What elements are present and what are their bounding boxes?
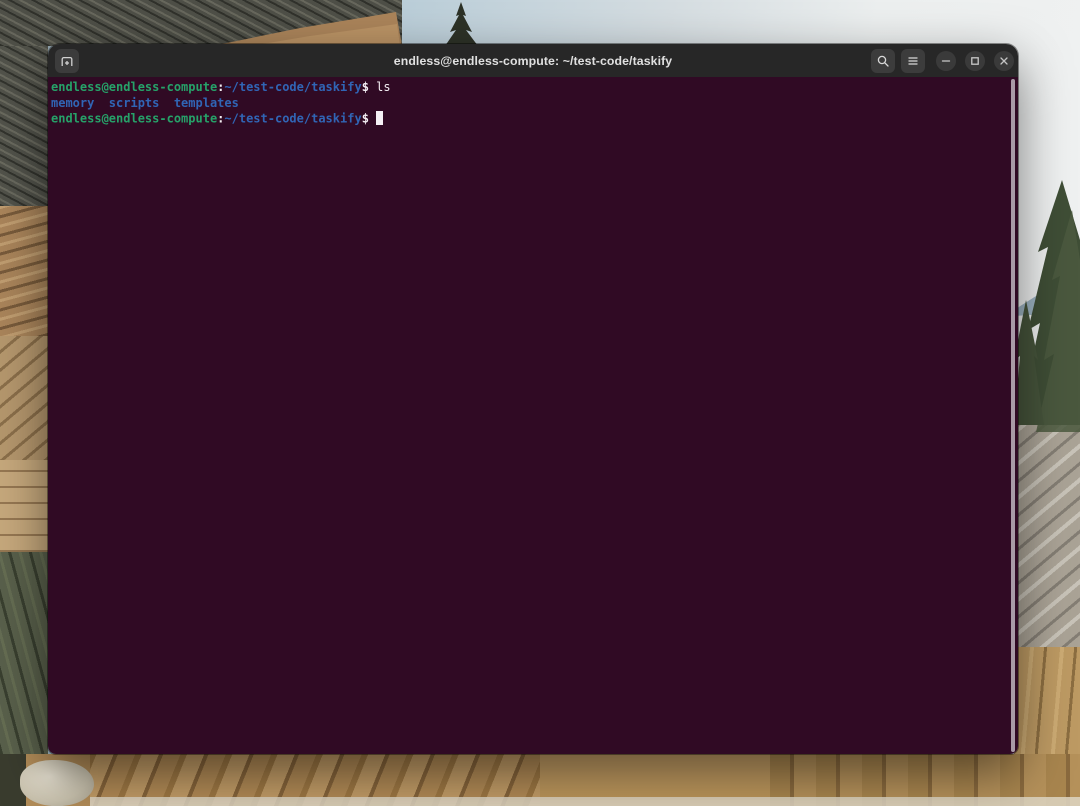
terminal-line-current-prompt: endless@endless-compute:~/test-code/task…	[51, 111, 1018, 127]
titlebar[interactable]: endless@endless-compute: ~/test-code/tas…	[48, 44, 1018, 77]
terminal-line-ls-output: memory scripts templates	[51, 96, 1018, 112]
wallpaper-moss-shingles-left	[0, 552, 48, 754]
typed-command: ls	[369, 80, 391, 94]
new-tab-icon	[59, 53, 75, 69]
minimize-icon	[939, 54, 953, 68]
wallpaper-diagonal-planks-left	[0, 336, 48, 460]
menu-icon	[905, 53, 921, 69]
prompt-user-host: endless@endless-compute	[51, 80, 217, 94]
wallpaper-bottom-shadow	[0, 754, 26, 806]
wallpaper-bottom-ground	[0, 754, 1080, 806]
wallpaper-sky-corner	[0, 0, 34, 30]
wallpaper-bottom-planks	[90, 754, 560, 806]
wallpaper-shingles-left	[0, 206, 48, 336]
terminal-window: endless@endless-compute: ~/test-code/tas…	[48, 44, 1018, 754]
wallpaper-bottom-sand	[540, 754, 790, 806]
terminal-scrollbar[interactable]	[1011, 79, 1015, 752]
wallpaper-wood-right	[1014, 647, 1080, 806]
wallpaper-bottom-white-rock	[20, 760, 94, 806]
search-icon	[875, 53, 891, 69]
prompt-symbol: $	[362, 112, 369, 126]
close-icon	[997, 54, 1011, 68]
wallpaper-planks-left	[0, 460, 48, 552]
prompt-symbol: $	[362, 80, 369, 94]
prompt-path: ~/test-code/taskify	[224, 80, 361, 94]
terminal-screen[interactable]: endless@endless-compute:~/test-code/task…	[48, 77, 1018, 754]
desktop: endless@endless-compute: ~/test-code/tas…	[0, 0, 1080, 806]
minimize-button[interactable]	[936, 51, 956, 71]
prompt-user-host: endless@endless-compute	[51, 112, 217, 126]
menu-button[interactable]	[901, 49, 925, 73]
terminal-cursor	[376, 111, 384, 125]
wallpaper-rocks-right	[1014, 415, 1080, 647]
close-button[interactable]	[994, 51, 1014, 71]
maximize-button[interactable]	[965, 51, 985, 71]
wallpaper-branches-top	[0, 0, 402, 46]
search-button[interactable]	[871, 49, 895, 73]
terminal-line-prompt-ls: endless@endless-compute:~/test-code/task…	[51, 80, 1018, 96]
wallpaper-branches-left	[0, 46, 48, 206]
new-tab-button[interactable]	[55, 49, 79, 73]
prompt-path: ~/test-code/taskify	[224, 112, 361, 126]
maximize-icon	[968, 54, 982, 68]
wallpaper-bottom-light-edge	[90, 797, 1080, 806]
wallpaper-bottom-vertical-planks	[770, 754, 1080, 806]
